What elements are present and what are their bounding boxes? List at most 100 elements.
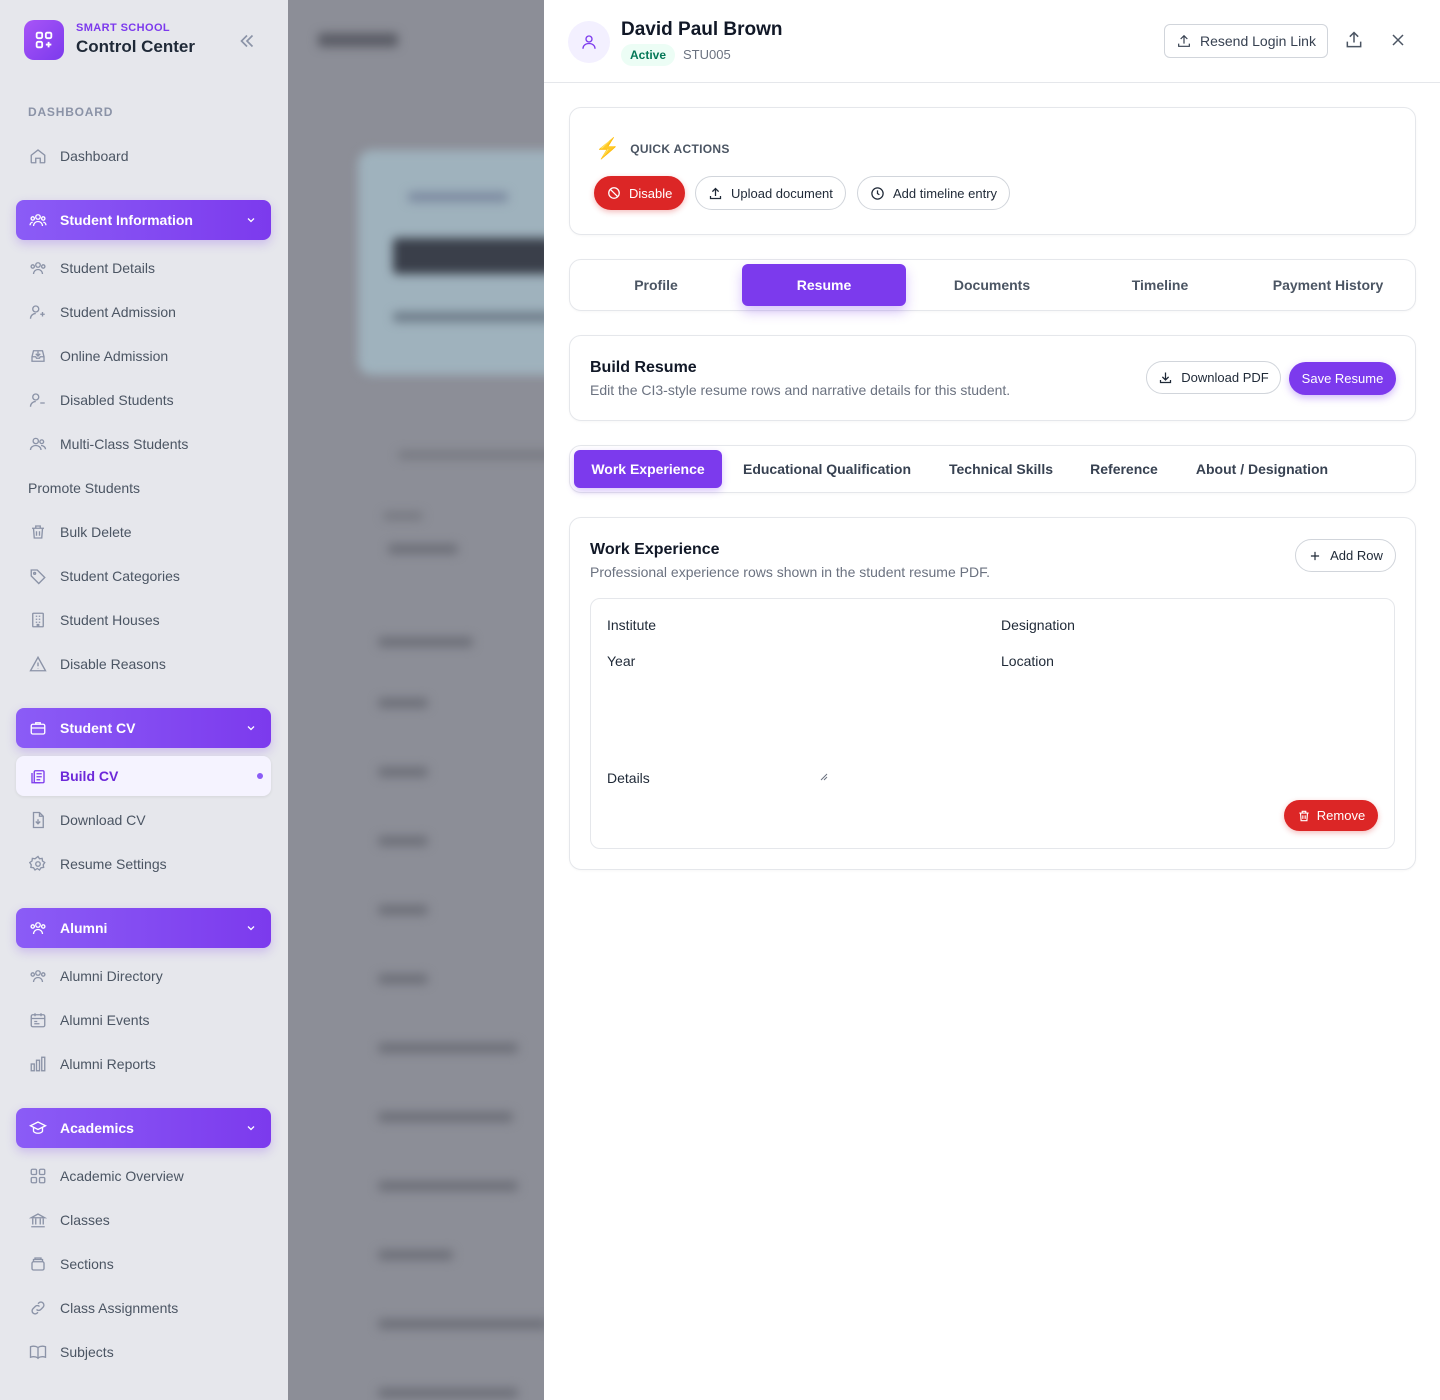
sidebar-item-label: Subjects	[60, 1344, 114, 1360]
sidebar-group-label: Student Information	[60, 212, 193, 228]
calendar-icon	[28, 1010, 48, 1030]
sidebar-item-online-admission[interactable]: Online Admission	[16, 336, 271, 376]
collapse-sidebar-icon[interactable]	[236, 30, 258, 52]
subtab-about-designation[interactable]: About / Designation	[1182, 450, 1342, 488]
chevron-down-icon	[245, 1122, 257, 1134]
sidebar-item-alumni-reports[interactable]: Alumni Reports	[16, 1044, 271, 1084]
subtab-technical-skills[interactable]: Technical Skills	[934, 450, 1068, 488]
user-icon	[582, 35, 596, 49]
tab-documents[interactable]: Documents	[910, 264, 1074, 306]
sidebar-item-label: Student Categories	[60, 568, 180, 584]
home-icon	[28, 146, 48, 166]
download-icon	[1158, 370, 1173, 385]
download-pdf-button[interactable]: Download PDF	[1146, 361, 1281, 394]
resend-login-link-label: Resend Login Link	[1200, 33, 1316, 49]
sidebar-item-student-houses[interactable]: Student Houses	[16, 600, 271, 640]
sidebar-item-label: Academic Overview	[60, 1168, 184, 1184]
graduation-cap-icon	[28, 1118, 48, 1138]
chevron-down-icon	[245, 922, 257, 934]
sidebar-group-alumni[interactable]: Alumni	[16, 908, 271, 948]
sidebar-group-label: Alumni	[60, 920, 108, 936]
build-resume-title: Build Resume	[590, 359, 697, 376]
sidebar-item-disable-reasons[interactable]: Disable Reasons	[16, 644, 271, 684]
sidebar-item-bulk-delete[interactable]: Bulk Delete	[16, 512, 271, 552]
student-name: David Paul Brown	[621, 19, 783, 40]
sidebar-group-label: Student CV	[60, 720, 136, 736]
inbox-download-icon	[28, 346, 48, 366]
upload-icon	[1176, 33, 1192, 49]
file-download-icon	[28, 810, 48, 830]
sidebar-group-academics[interactable]: Academics	[16, 1108, 271, 1148]
modal-backdrop[interactable]	[288, 0, 544, 1400]
sidebar-item-student-categories[interactable]: Student Categories	[16, 556, 271, 596]
sidebar-item-student-admission[interactable]: Student Admission	[16, 292, 271, 332]
share-icon[interactable]	[1344, 30, 1364, 50]
student-drawer: David Paul Brown Active STU005 Resend Lo…	[544, 0, 1440, 1400]
close-icon[interactable]	[1388, 30, 1408, 50]
sidebar-item-alumni-events[interactable]: Alumni Events	[16, 1000, 271, 1040]
tab-timeline[interactable]: Timeline	[1078, 264, 1242, 306]
sidebar-item-alumni-directory[interactable]: Alumni Directory	[16, 956, 271, 996]
sidebar-item-label: Promote Students	[28, 480, 141, 496]
location-label[interactable]: Location	[1001, 653, 1054, 669]
subtab-educational-qualification[interactable]: Educational Qualification	[730, 450, 924, 488]
resend-login-link-button[interactable]: Resend Login Link	[1164, 24, 1328, 58]
sidebar-item-sections[interactable]: Sections	[16, 1244, 271, 1284]
users-icon	[28, 210, 48, 230]
layers-icon	[28, 1254, 48, 1274]
sidebar-item-academic-overview[interactable]: Academic Overview	[16, 1156, 271, 1196]
tab-resume[interactable]: Resume	[742, 264, 906, 306]
build-resume-description: Edit the CI3-style resume rows and narra…	[590, 382, 1011, 398]
brand[interactable]: SMART SCHOOL Control Center	[24, 20, 264, 60]
sidebar-group-student-cv[interactable]: Student CV	[16, 708, 271, 748]
apps-icon	[24, 20, 64, 60]
download-pdf-label: Download PDF	[1181, 370, 1269, 385]
sidebar-item-build-cv[interactable]: Build CV	[16, 756, 271, 796]
user-minus-icon	[28, 390, 48, 410]
building-icon	[28, 610, 48, 630]
tab-profile[interactable]: Profile	[574, 264, 738, 306]
subtab-work-experience[interactable]: Work Experience	[574, 450, 722, 488]
year-label[interactable]: Year	[607, 653, 635, 669]
designation-label[interactable]: Designation	[1001, 617, 1075, 633]
details-label[interactable]: Details	[607, 770, 650, 786]
clipboard-icon	[28, 766, 48, 786]
institute-label[interactable]: Institute	[607, 617, 656, 633]
add-row-button[interactable]: Add Row	[1295, 539, 1396, 572]
sidebar-item-dashboard[interactable]: Dashboard	[16, 136, 271, 176]
work-experience-description: Professional experience rows shown in th…	[590, 564, 990, 580]
sidebar-item-student-details[interactable]: Student Details	[16, 248, 271, 288]
sidebar-item-promote-students[interactable]: Promote Students	[16, 468, 271, 508]
sidebar-item-download-cv[interactable]: Download CV	[16, 800, 271, 840]
disable-button[interactable]: Disable	[594, 176, 686, 210]
institution-icon	[28, 1210, 48, 1230]
upload-document-button[interactable]: Upload document	[695, 176, 846, 210]
build-resume-card: Build Resume Edit the CI3-style resume r…	[569, 335, 1416, 421]
sidebar-item-label: Dashboard	[60, 148, 129, 164]
chevron-down-icon	[245, 722, 257, 734]
sidebar-item-subjects[interactable]: Subjects	[16, 1332, 271, 1372]
sidebar-group-student-information[interactable]: Student Information	[16, 200, 271, 240]
add-timeline-entry-button[interactable]: Add timeline entry	[857, 176, 1011, 210]
drawer-header: David Paul Brown Active STU005 Resend Lo…	[544, 0, 1440, 83]
sidebar-item-multi-class-students[interactable]: Multi-Class Students	[16, 424, 271, 464]
trash-icon	[1297, 809, 1311, 823]
textarea-resize-handle[interactable]	[818, 771, 828, 781]
chevron-down-icon	[245, 214, 257, 226]
trash-icon	[28, 522, 48, 542]
remove-row-button[interactable]: Remove	[1284, 800, 1378, 831]
sidebar: SMART SCHOOL Control Center DASHBOARD Da…	[0, 0, 288, 1400]
sidebar-item-label: Download CV	[60, 812, 146, 828]
tab-payment-history[interactable]: Payment History	[1246, 264, 1410, 306]
save-resume-button[interactable]: Save Resume	[1289, 362, 1396, 395]
sidebar-item-class-assignments[interactable]: Class Assignments	[16, 1288, 271, 1328]
add-row-label: Add Row	[1330, 548, 1383, 563]
sidebar-item-resume-settings[interactable]: Resume Settings	[16, 844, 271, 884]
sidebar-item-disabled-students[interactable]: Disabled Students	[16, 380, 271, 420]
subtab-reference[interactable]: Reference	[1078, 450, 1170, 488]
sidebar-item-label: Disabled Students	[60, 392, 174, 408]
sidebar-item-classes[interactable]: Classes	[16, 1200, 271, 1240]
link-icon	[28, 1298, 48, 1318]
sidebar-group-label: Academics	[60, 1120, 134, 1136]
ban-icon	[607, 186, 621, 200]
